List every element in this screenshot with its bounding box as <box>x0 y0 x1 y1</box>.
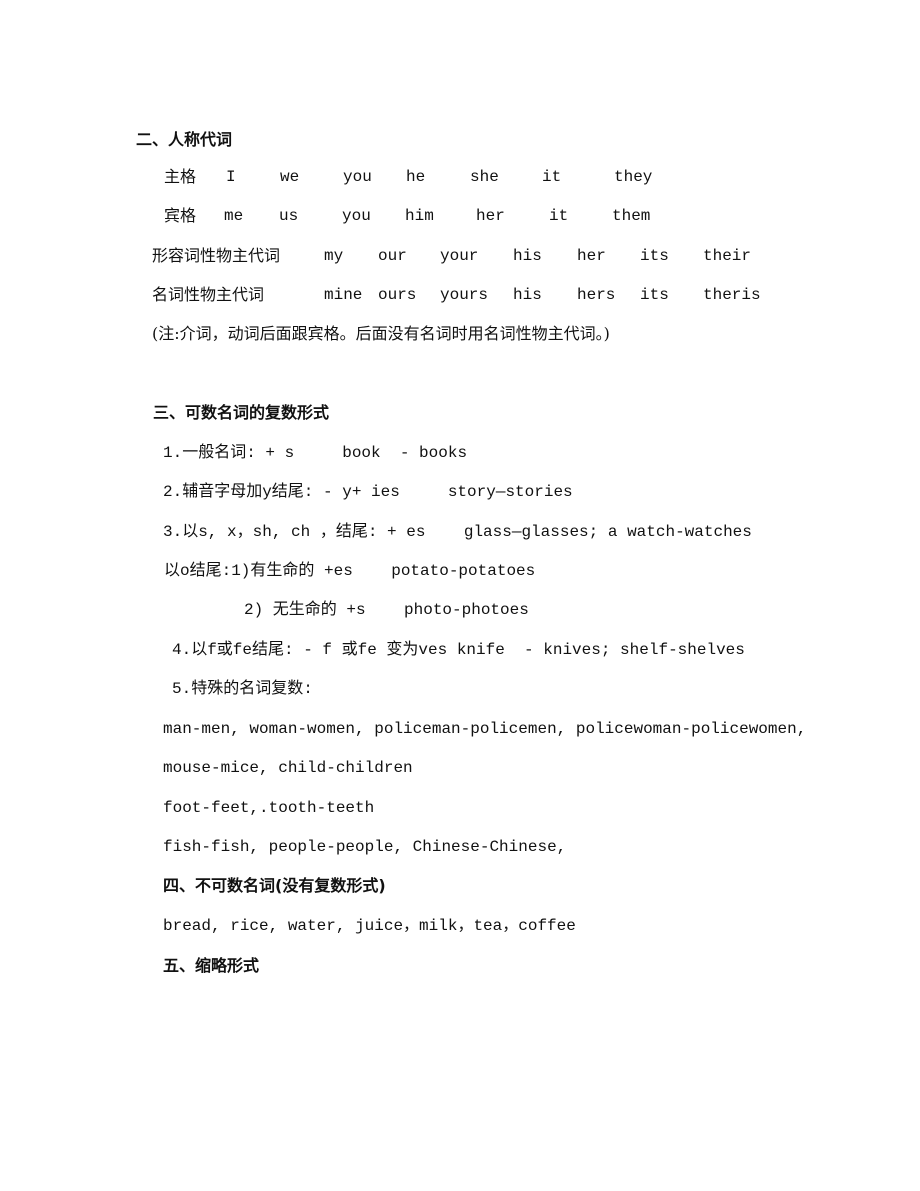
cell: our <box>378 247 407 265</box>
plural-rule-line: 以o结尾:1)有生命的 +es potato-potatoes <box>164 562 536 580</box>
cell: hers <box>577 286 616 304</box>
cell: her <box>476 207 505 225</box>
irregular-plural-line: mouse-mice, child-children <box>163 759 413 777</box>
irregular-plural-line: fish-fish, people-people, Chinese-Chines… <box>163 838 567 856</box>
plural-rule-line: 1.一般名词: + s book - books <box>163 444 468 462</box>
section-heading-pronouns: 二、人称代词 <box>136 130 233 149</box>
cell: him <box>405 207 434 225</box>
cell: mine <box>324 286 363 304</box>
row-label: 主格 <box>164 167 197 186</box>
cell: her <box>577 247 606 265</box>
document-page: 二、人称代词 主格 I we you he she it they 宾格 me … <box>0 0 920 1191</box>
uncountable-nouns-list: bread, rice, water, juice，milk，tea，coffe… <box>163 917 576 935</box>
cell: it <box>549 207 569 225</box>
cell: his <box>513 247 542 265</box>
cell: he <box>406 168 426 186</box>
plural-rule-line: 3.以s, x，sh, ch ，结尾: + es glass—glasses; … <box>163 523 752 541</box>
cell: she <box>470 168 499 186</box>
cell: you <box>343 168 372 186</box>
cell: yours <box>440 286 489 304</box>
section-heading-abbreviations: 五、缩略形式 <box>163 956 260 975</box>
section-heading-uncountable-nouns: 四、不可数名词(没有复数形式) <box>163 876 386 895</box>
plural-rule-line: 2) 无生命的 +s photo-photoes <box>244 601 529 619</box>
cell: ours <box>378 286 417 304</box>
irregular-plural-line: man-men, woman-women, policeman-policeme… <box>163 720 807 738</box>
section-heading-plural-nouns: 三、可数名词的复数形式 <box>153 403 330 422</box>
irregular-plural-line: foot-feet,.tooth-teeth <box>163 799 375 817</box>
cell: us <box>279 207 299 225</box>
cell: theris <box>703 286 761 304</box>
cell: me <box>224 207 244 225</box>
plural-rule-line: 2.辅音字母加y结尾: - y+ ies story—stories <box>163 483 573 501</box>
cell: its <box>640 286 669 304</box>
cell: your <box>440 247 479 265</box>
cell: they <box>614 168 653 186</box>
row-label: 名词性物主代词 <box>152 285 265 304</box>
row-label: 宾格 <box>164 206 197 225</box>
cell: them <box>612 207 651 225</box>
plural-rule-line: 5.特殊的名词复数: <box>172 680 313 698</box>
cell: my <box>324 247 344 265</box>
pronoun-note: (注:介词，动词后面跟宾格。后面没有名词时用名词性物主代词。) <box>152 324 610 343</box>
cell: their <box>703 247 752 265</box>
cell: it <box>542 168 562 186</box>
cell: I <box>226 168 236 186</box>
cell: you <box>342 207 371 225</box>
plural-rule-line: 4.以f或fe结尾: - f 或fe 变为ves knife - knives;… <box>172 641 745 659</box>
cell: his <box>513 286 542 304</box>
cell: we <box>280 168 300 186</box>
row-label: 形容词性物主代词 <box>152 246 281 265</box>
cell: its <box>640 247 669 265</box>
